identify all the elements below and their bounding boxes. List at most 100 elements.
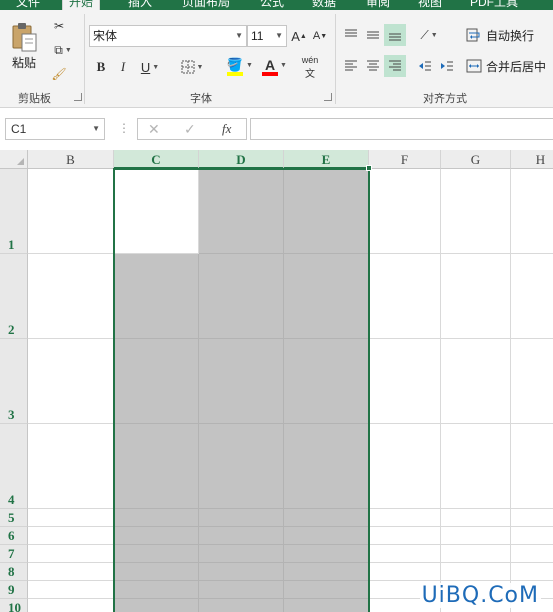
cell-c2[interactable] bbox=[114, 254, 199, 339]
row-header-8[interactable]: 8 bbox=[0, 563, 28, 581]
cell-d4[interactable] bbox=[199, 424, 284, 509]
cell-c10[interactable] bbox=[114, 599, 199, 612]
cell-b6[interactable] bbox=[28, 527, 114, 545]
cell-c1[interactable] bbox=[114, 169, 199, 254]
enter-icon[interactable]: ✓ bbox=[184, 121, 196, 138]
cell-d7[interactable] bbox=[199, 545, 284, 563]
row-header-4[interactable]: 4 bbox=[0, 424, 28, 509]
cell-b7[interactable] bbox=[28, 545, 114, 563]
cut-button[interactable]: ✂ bbox=[48, 16, 70, 36]
formula-input[interactable] bbox=[250, 118, 553, 140]
cell-b1[interactable] bbox=[28, 169, 114, 254]
clipboard-launcher-icon[interactable] bbox=[74, 93, 82, 101]
row-header-7[interactable]: 7 bbox=[0, 545, 28, 563]
cell-h5[interactable] bbox=[511, 509, 553, 527]
name-box[interactable]: C1 ▼ bbox=[5, 118, 105, 140]
cell-g5[interactable] bbox=[441, 509, 511, 527]
borders-button[interactable]: ▼ bbox=[175, 56, 209, 78]
column-header-h[interactable]: H bbox=[511, 150, 553, 169]
cancel-icon[interactable]: ✕ bbox=[148, 121, 160, 138]
cell-e5[interactable] bbox=[284, 509, 369, 527]
cell-d5[interactable] bbox=[199, 509, 284, 527]
cell-c4[interactable] bbox=[114, 424, 199, 509]
top-align-button[interactable] bbox=[340, 24, 362, 46]
cell-g7[interactable] bbox=[441, 545, 511, 563]
cell-d9[interactable] bbox=[199, 581, 284, 599]
cell-h1[interactable] bbox=[511, 169, 553, 254]
cell-h4[interactable] bbox=[511, 424, 553, 509]
cell-f2[interactable] bbox=[369, 254, 441, 339]
cell-e6[interactable] bbox=[284, 527, 369, 545]
cell-c6[interactable] bbox=[114, 527, 199, 545]
cell-d10[interactable] bbox=[199, 599, 284, 612]
cell-b10[interactable] bbox=[28, 599, 114, 612]
tab-data[interactable]: 数据 bbox=[312, 0, 336, 10]
cell-g4[interactable] bbox=[441, 424, 511, 509]
cell-f1[interactable] bbox=[369, 169, 441, 254]
cell-g8[interactable] bbox=[441, 563, 511, 581]
align-right-button[interactable] bbox=[384, 55, 406, 77]
decrease-indent-button[interactable] bbox=[414, 55, 436, 77]
cell-c3[interactable] bbox=[114, 339, 199, 424]
row-header-3[interactable]: 3 bbox=[0, 339, 28, 424]
cell-g2[interactable] bbox=[441, 254, 511, 339]
row-header-6[interactable]: 6 bbox=[0, 527, 28, 545]
wrap-text-button[interactable]: 自动换行 bbox=[466, 24, 548, 46]
chevron-down-icon[interactable]: ▼ bbox=[246, 62, 253, 69]
cell-e2[interactable] bbox=[284, 254, 369, 339]
cell-b5[interactable] bbox=[28, 509, 114, 527]
font-size-select[interactable]: 11 ▼ bbox=[247, 25, 287, 47]
cell-e8[interactable] bbox=[284, 563, 369, 581]
row-header-1[interactable]: 1 bbox=[0, 169, 28, 254]
paste-button[interactable]: 粘贴 bbox=[6, 18, 42, 74]
row-header-9[interactable]: 9 bbox=[0, 581, 28, 599]
cell-d2[interactable] bbox=[199, 254, 284, 339]
row-header-10[interactable]: 10 bbox=[0, 599, 28, 612]
row-header-2[interactable]: 2 bbox=[0, 254, 28, 339]
select-all-button[interactable] bbox=[0, 150, 28, 169]
tab-file[interactable]: 文件 bbox=[16, 0, 40, 10]
cell-d3[interactable] bbox=[199, 339, 284, 424]
cell-b2[interactable] bbox=[28, 254, 114, 339]
orientation-button[interactable]: ⟋ ▼ bbox=[414, 24, 444, 46]
middle-align-button[interactable] bbox=[362, 24, 384, 46]
column-header-f[interactable]: F bbox=[369, 150, 441, 169]
cell-c9[interactable] bbox=[114, 581, 199, 599]
tab-view[interactable]: 视图 bbox=[418, 0, 442, 10]
cell-d1[interactable] bbox=[199, 169, 284, 254]
cell-f8[interactable] bbox=[369, 563, 441, 581]
tab-review[interactable]: 审阅 bbox=[366, 0, 390, 10]
cell-b9[interactable] bbox=[28, 581, 114, 599]
phonetic-guide-button[interactable]: wén 文 bbox=[296, 54, 324, 80]
align-left-button[interactable] bbox=[340, 55, 362, 77]
column-header-d[interactable]: D bbox=[199, 150, 284, 169]
insert-function-icon[interactable]: fx bbox=[222, 121, 231, 137]
cell-g6[interactable] bbox=[441, 527, 511, 545]
column-header-b[interactable]: B bbox=[28, 150, 114, 169]
cell-d6[interactable] bbox=[199, 527, 284, 545]
cell-h7[interactable] bbox=[511, 545, 553, 563]
cell-f5[interactable] bbox=[369, 509, 441, 527]
cell-e7[interactable] bbox=[284, 545, 369, 563]
cell-g3[interactable] bbox=[441, 339, 511, 424]
cell-e10[interactable] bbox=[284, 599, 369, 612]
merge-center-button[interactable]: 合并后居中 bbox=[466, 55, 553, 77]
cell-h3[interactable] bbox=[511, 339, 553, 424]
cell-h6[interactable] bbox=[511, 527, 553, 545]
grow-font-button[interactable]: A ▲ bbox=[290, 25, 308, 47]
shrink-font-button[interactable]: A ▼ bbox=[311, 25, 329, 47]
tab-pdf-tools[interactable]: PDF工具 bbox=[470, 0, 518, 10]
cell-e3[interactable] bbox=[284, 339, 369, 424]
increase-indent-button[interactable] bbox=[436, 55, 458, 77]
cell-e1[interactable] bbox=[284, 169, 369, 254]
tab-insert[interactable]: 插入 bbox=[128, 0, 152, 10]
font-name-select[interactable]: 宋体 ▼ bbox=[89, 25, 247, 47]
cell-h2[interactable] bbox=[511, 254, 553, 339]
cell-e9[interactable] bbox=[284, 581, 369, 599]
cell-b3[interactable] bbox=[28, 339, 114, 424]
tab-home[interactable]: 开始 bbox=[62, 0, 101, 10]
cell-e4[interactable] bbox=[284, 424, 369, 509]
column-header-e[interactable]: E bbox=[284, 150, 369, 169]
row-header-5[interactable]: 5 bbox=[0, 509, 28, 527]
chevron-down-icon[interactable]: ▼ bbox=[280, 62, 287, 69]
